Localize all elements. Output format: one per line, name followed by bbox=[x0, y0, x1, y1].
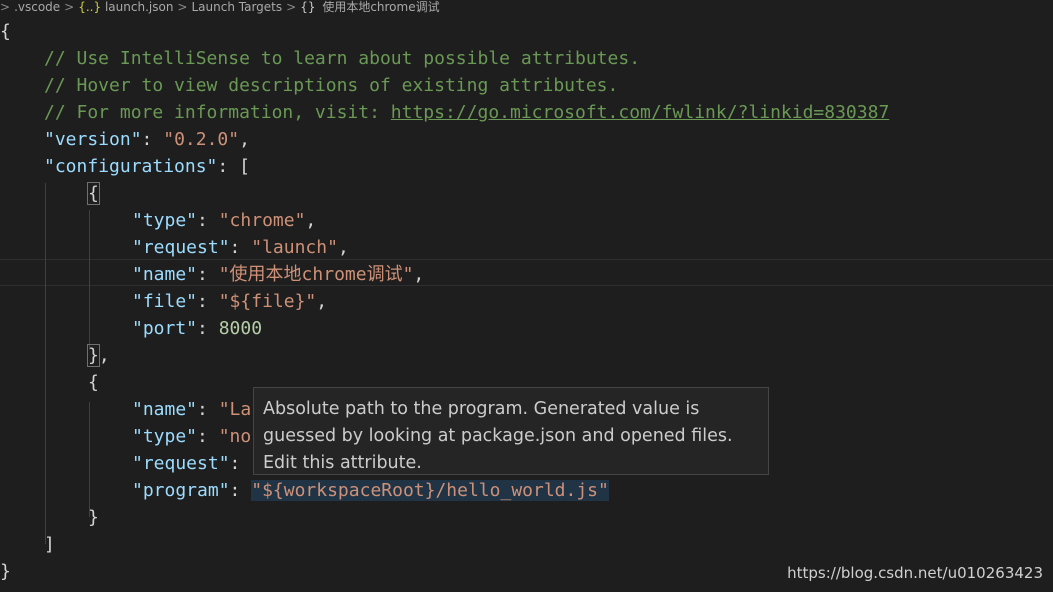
code-line: "file": "${file}", bbox=[132, 291, 328, 312]
json-string: "La bbox=[218, 399, 252, 420]
code-line: "type": "no bbox=[132, 426, 252, 447]
code-line: "configurations": [ bbox=[44, 156, 250, 177]
open-brace: { bbox=[0, 21, 11, 42]
json-string: "launch" bbox=[251, 237, 338, 258]
code-line: "version": "0.2.0", bbox=[44, 129, 250, 150]
open-brace: { bbox=[88, 372, 99, 393]
tooltip-line: Absolute path to the program. Generated … bbox=[263, 399, 700, 419]
code-line: // Use IntelliSense to learn about possi… bbox=[44, 45, 640, 72]
breadcrumb-item-launch-targets[interactable]: Launch Targets bbox=[191, 0, 282, 14]
code-line: "port": 8000 bbox=[132, 318, 263, 339]
code-line: }, bbox=[87, 344, 110, 367]
watermark: https://blog.csdn.net/u010263423 bbox=[787, 564, 1043, 582]
code-line: } bbox=[0, 558, 11, 585]
json-key: "name" bbox=[132, 399, 198, 420]
code-line: } bbox=[88, 504, 99, 531]
json-string: "no bbox=[218, 426, 252, 447]
json-number: 8000 bbox=[218, 318, 263, 339]
indent-guide bbox=[89, 402, 90, 517]
object-symbol-icon: {} bbox=[300, 0, 316, 14]
comment: // Use IntelliSense to learn about possi… bbox=[44, 48, 641, 69]
comment: // For more information, visit: bbox=[44, 102, 391, 123]
chevron-right-icon: > bbox=[0, 0, 11, 14]
comment: // Hover to view descriptions of existin… bbox=[44, 75, 619, 96]
matched-bracket: } bbox=[87, 344, 100, 367]
json-key: "port" bbox=[132, 318, 198, 339]
indent-guide bbox=[89, 210, 90, 350]
code-line: { bbox=[88, 369, 99, 396]
code-line: "name": "La bbox=[132, 399, 252, 420]
code-line: ] bbox=[44, 531, 55, 558]
json-key: "type" bbox=[132, 426, 198, 447]
chevron-right-icon: > bbox=[64, 0, 75, 14]
code-line: "name": "使用本地chrome调试", bbox=[132, 264, 425, 285]
code-line: "request": bbox=[132, 453, 241, 474]
code-line: "program": "${workspaceRoot}/hello_world… bbox=[132, 480, 609, 501]
indent-guide bbox=[45, 183, 46, 544]
json-key: "name" bbox=[132, 264, 198, 285]
tooltip-line: Edit this attribute. bbox=[263, 453, 422, 473]
close-brace: } bbox=[0, 561, 11, 582]
json-file-icon: {..} bbox=[78, 0, 102, 14]
docs-link[interactable]: https://go.microsoft.com/fwlink/?linkid=… bbox=[391, 102, 890, 123]
matched-bracket: { bbox=[87, 182, 100, 205]
json-string: "chrome" bbox=[218, 210, 306, 231]
code-line: { bbox=[0, 18, 11, 45]
hover-tooltip: Absolute path to the program. Generated … bbox=[253, 387, 769, 475]
chevron-right-icon: > bbox=[177, 0, 188, 14]
close-brace: } bbox=[88, 507, 99, 528]
json-key: "type" bbox=[132, 210, 198, 231]
hovered-json-string[interactable]: "${workspaceRoot}/hello_world.js" bbox=[251, 480, 609, 501]
breadcrumb: > .vscode > {..} launch.json > Launch Targets… bbox=[0, 0, 1053, 14]
json-string: "${file}" bbox=[218, 291, 317, 312]
code-line: // For more information, visit: https://… bbox=[44, 99, 889, 126]
json-key: "request" bbox=[132, 237, 230, 258]
tooltip-line: guessed by looking at package.json and o… bbox=[263, 426, 733, 446]
json-key: "program" bbox=[132, 480, 230, 501]
json-key: "configurations" bbox=[44, 156, 218, 177]
close-bracket: ] bbox=[44, 534, 55, 555]
json-key: "file" bbox=[132, 291, 198, 312]
code-line: { bbox=[87, 180, 100, 207]
chevron-right-icon: > bbox=[286, 0, 297, 14]
code-line: // Hover to view descriptions of existin… bbox=[44, 72, 618, 99]
breadcrumb-item-vscode[interactable]: .vscode bbox=[14, 0, 60, 14]
code-line: "request": "launch", bbox=[132, 237, 349, 258]
json-key: "version" bbox=[44, 129, 142, 150]
breadcrumb-item-config[interactable]: 使用本地chrome调试 bbox=[322, 0, 439, 14]
code-line: "type": "chrome", bbox=[132, 210, 317, 231]
breadcrumb-item-launch-json[interactable]: launch.json bbox=[105, 0, 173, 14]
json-string: "使用本地chrome调试" bbox=[218, 264, 414, 285]
json-key: "request" bbox=[132, 453, 230, 474]
json-string: "0.2.0" bbox=[163, 129, 240, 150]
